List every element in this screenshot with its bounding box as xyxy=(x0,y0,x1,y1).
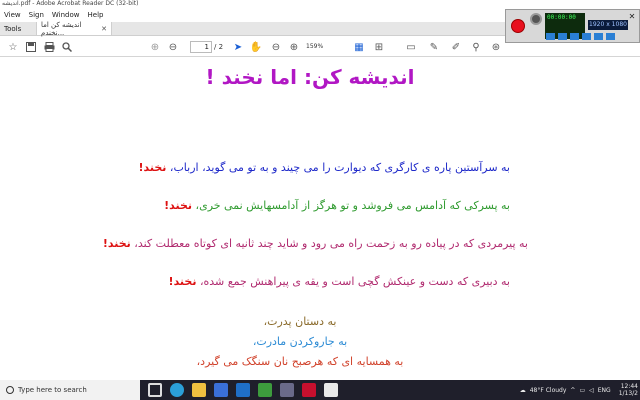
edge-icon[interactable] xyxy=(170,383,184,397)
document-line-7: به همسایه ای که هرصبح نان سنگک می گیرد، xyxy=(196,355,404,368)
page-down-icon[interactable]: ⊖ xyxy=(166,40,180,54)
print-icon[interactable] xyxy=(42,40,56,54)
file-explorer-icon[interactable] xyxy=(192,383,206,397)
comment-icon[interactable]: ▭ xyxy=(405,40,417,54)
search-placeholder: Type here to search xyxy=(18,386,87,394)
page-total: / 2 xyxy=(214,43,224,51)
document-line-3: به پیرمردی که در پیاده رو به زحمت راه می… xyxy=(102,237,528,250)
window-title: اندیشه.pdf - Adobe Acrobat Reader DC (32… xyxy=(0,0,640,8)
taskbar-search[interactable]: Type here to search xyxy=(0,380,140,400)
document-view[interactable]: اندیشه کن: اما نخند ! به سرآستین پاره ی … xyxy=(0,57,640,380)
draw-icon[interactable] xyxy=(582,33,591,40)
tab-document[interactable]: اندیشه کن اما نخندم... ✕ xyxy=(36,20,112,37)
save-icon[interactable] xyxy=(24,40,38,54)
menu-view[interactable]: View xyxy=(4,11,21,19)
page-up-icon[interactable]: ⊕ xyxy=(148,40,162,54)
store-icon[interactable] xyxy=(214,383,228,397)
language-indicator[interactable]: ENG xyxy=(598,387,611,394)
document-line-4: به دبیری که دست و عینکش گچی است و یقه ی … xyxy=(168,275,510,288)
screen-recorder-widget: 00:00:00 1920 x 1080 ✕ xyxy=(505,9,640,43)
highlight-icon[interactable]: ✎ xyxy=(428,40,440,54)
acrobat-icon[interactable] xyxy=(302,383,316,397)
zoom-level[interactable]: 159% xyxy=(306,41,336,53)
record-button[interactable] xyxy=(511,19,525,33)
menu-help[interactable]: Help xyxy=(88,11,104,19)
weather-icon[interactable]: ☁ xyxy=(520,387,526,394)
document-line-1: به سرآستین پاره ی کارگری که دیوارت را می… xyxy=(138,161,510,174)
weather-text[interactable]: 48°F Cloudy xyxy=(530,387,567,394)
document-line-5: به دستان پدرت، xyxy=(263,315,337,328)
zoom-out-icon[interactable]: ⊖ xyxy=(270,40,282,54)
cursor-icon[interactable] xyxy=(594,33,603,40)
acrobat-window: اندیشه.pdf - Adobe Acrobat Reader DC (32… xyxy=(0,0,640,400)
document-line-2: به پسرکی که آدامس می فروشد و تو هرگز از … xyxy=(164,199,510,212)
settings-icon[interactable] xyxy=(546,33,555,40)
app-icon[interactable] xyxy=(258,383,272,397)
search-icon xyxy=(6,386,14,394)
close-icon[interactable]: ✕ xyxy=(101,25,107,33)
task-view-icon[interactable] xyxy=(148,383,162,397)
folder-icon[interactable] xyxy=(606,33,615,40)
network-icon[interactable]: ▭ xyxy=(579,387,585,394)
scroll-mode-icon[interactable]: ⊞ xyxy=(372,40,386,54)
close-icon[interactable]: ✕ xyxy=(627,12,637,22)
stamp-icon[interactable]: ⊛ xyxy=(490,40,502,54)
tab-tools[interactable]: Tools xyxy=(0,22,36,35)
app-icon-3[interactable] xyxy=(324,383,338,397)
hand-icon[interactable]: ✋ xyxy=(250,40,262,54)
system-tray: ☁ 48°F Cloudy ^ ▭ ◁ ENG 12:44 1/13/2 xyxy=(516,380,640,400)
webcam-icon[interactable] xyxy=(530,13,542,25)
menu-sign[interactable]: Sign xyxy=(29,11,44,19)
volume-icon[interactable]: ◁ xyxy=(589,387,594,394)
recorder-resolution: 1920 x 1080 xyxy=(588,20,628,30)
zoom-in-icon[interactable]: ⊕ xyxy=(288,40,300,54)
camera-icon[interactable] xyxy=(558,33,567,40)
recorder-tool-icons xyxy=(546,33,640,41)
page-number-input[interactable]: 1 xyxy=(190,41,212,53)
clock[interactable]: 12:44 1/13/2 xyxy=(615,383,638,397)
draw-icon[interactable]: ✐ xyxy=(450,40,462,54)
mail-icon[interactable] xyxy=(236,383,250,397)
home-icon[interactable]: ☆ xyxy=(6,40,20,54)
fill-sign-icon[interactable]: ⚲ xyxy=(470,40,482,54)
tray-chevron-icon[interactable]: ^ xyxy=(570,387,575,394)
fit-page-icon[interactable]: ▦ xyxy=(352,40,366,54)
document-line-6: به جاروکردن مادرت، xyxy=(252,335,348,348)
pointer-icon[interactable]: ➤ xyxy=(232,40,244,54)
audio-icon[interactable] xyxy=(570,33,579,40)
windows-taskbar: Type here to search ☁ 48°F Cloudy ^ ▭ ◁ … xyxy=(0,380,640,400)
menu-window[interactable]: Window xyxy=(52,11,80,19)
tab-document-label: اندیشه کن اما نخندم... xyxy=(41,20,82,37)
app-icon-2[interactable] xyxy=(280,383,294,397)
document-title: اندیشه کن: اما نخند ! xyxy=(205,65,415,89)
search-icon[interactable] xyxy=(60,40,74,54)
